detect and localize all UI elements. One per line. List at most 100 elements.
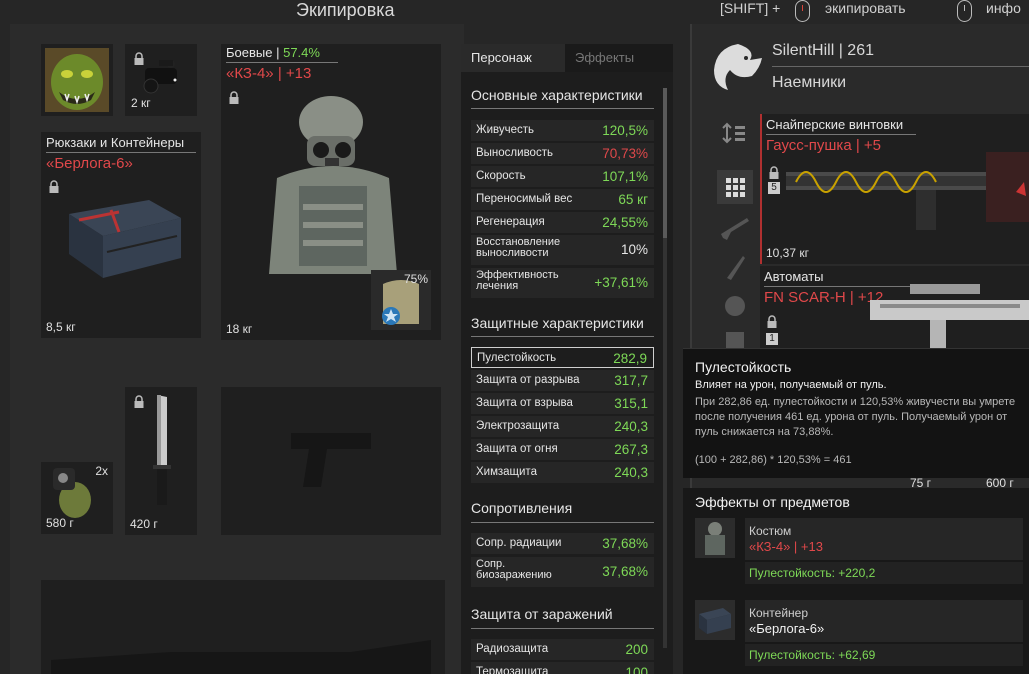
- stat-row-explosion-protection[interactable]: Защита от взрыва 315,1: [471, 393, 654, 414]
- stat-value: 65 кг: [618, 192, 648, 207]
- stat-row-regeneration[interactable]: Регенерация 24,55%: [471, 212, 654, 233]
- effect-name: «КЗ-4» | +13: [749, 539, 823, 554]
- backpack-name: «Берлога-6»: [46, 155, 133, 172]
- weapon-weight: 10,37 кг: [766, 246, 809, 260]
- armor-divider: [226, 62, 338, 63]
- armor-slot[interactable]: Боевые | 57.4% «КЗ-4» | +13 75% 18 кг: [221, 44, 441, 340]
- stat-label: Скорость: [476, 170, 526, 182]
- stat-row-thermo-protection[interactable]: Термозащита 100: [471, 662, 654, 674]
- player-name-row: SilentHill | 261: [772, 42, 874, 60]
- tooltip-formula: (100 + 282,86) * 120,53% = 461: [695, 454, 852, 466]
- stat-row-heal-efficiency[interactable]: Эффективность лечения +37,61%: [471, 268, 654, 298]
- stat-row-radiation-resist[interactable]: Сопр. радиации 37,68%: [471, 533, 654, 554]
- hint-equip: экипировать: [825, 0, 906, 16]
- knife-slot[interactable]: 420 г: [125, 387, 197, 535]
- category-grenade-button[interactable]: [717, 288, 753, 322]
- stat-row-bullet-resistance[interactable]: Пулестойкость 282,9: [471, 347, 654, 368]
- armor-weight: 18 кг: [226, 322, 253, 336]
- category-medkit-button[interactable]: [717, 326, 753, 348]
- stat-row-chem-protection[interactable]: Химзащита 240,3: [471, 462, 654, 483]
- nvg-weight: 2 кг: [131, 96, 151, 110]
- stat-row-radio-protection[interactable]: Радиозащита 200: [471, 639, 654, 660]
- sort-icon-button[interactable]: [717, 116, 753, 150]
- stat-label: Пулестойкость: [477, 352, 557, 364]
- stat-label: Защита от огня: [476, 443, 558, 455]
- armor-plate-pct: 75%: [403, 272, 428, 286]
- effect-info: Контейнер «Берлога-6»: [745, 600, 1023, 642]
- hint-info: инфо: [986, 0, 1021, 16]
- lock-icon: [229, 91, 239, 104]
- stat-value: 100: [625, 665, 648, 674]
- category-knife-button[interactable]: [717, 250, 753, 284]
- lock-icon: [769, 166, 779, 179]
- lock-icon: [767, 315, 777, 328]
- profile-divider: [772, 66, 1029, 67]
- category-rifle-button[interactable]: [717, 210, 753, 244]
- stat-row-electro-protection[interactable]: Электрозащита 240,3: [471, 416, 654, 437]
- blade-icon: [727, 256, 745, 280]
- lock-icon: [134, 395, 144, 408]
- stat-row-carry-weight[interactable]: Переносимый вес 65 кг: [471, 189, 654, 210]
- effects-title: Эффекты от предметов: [695, 494, 850, 510]
- eagle-faction-icon: [714, 44, 762, 90]
- mouse-left-icon: [795, 0, 810, 22]
- armor-plate-slot[interactable]: 75%: [371, 270, 431, 330]
- stat-row-bio-resist[interactable]: Сопр. биозаражению 37,68%: [471, 557, 654, 587]
- pet-slot[interactable]: [41, 44, 113, 116]
- stats-scrollbar[interactable]: [663, 88, 667, 648]
- stat-label: Термозащита: [476, 666, 549, 674]
- grenade-category-icon: [725, 296, 745, 316]
- container-thumb-icon: [699, 608, 731, 634]
- effect-type: Костюм: [749, 524, 792, 538]
- mouse-right-icon: [957, 0, 972, 22]
- stat-row-tear-protection[interactable]: Защита от разрыва 317,7: [471, 370, 654, 391]
- stat-row-stamina[interactable]: Выносливость 70,73%: [471, 143, 654, 164]
- grid-icon: [726, 178, 745, 197]
- effect-thumb: [695, 600, 735, 640]
- stats-panel: Персонаж Эффекты Основные характеристики…: [461, 44, 673, 674]
- sort-icon: [722, 122, 745, 144]
- goblin-pet-icon: [45, 48, 109, 112]
- stat-row-stamina-regen[interactable]: Восстановление выносливости 10%: [471, 235, 654, 265]
- backpack-slot[interactable]: Рюкзаки и Контейнеры «Берлога-6» 8,5 кг: [41, 132, 201, 338]
- stat-row-vitality[interactable]: Живучесть 120,5%: [471, 120, 654, 141]
- weapon-divider: [766, 134, 916, 135]
- night-vision-icon: [143, 60, 177, 94]
- scrollbar-thumb[interactable]: [663, 88, 667, 238]
- weapon-slot-rifle[interactable]: Автоматы FN SCAR-H | +12 1: [760, 266, 1029, 348]
- stat-row-fire-protection[interactable]: Защита от огня 267,3: [471, 439, 654, 460]
- effect-stat: Пулестойкость: +220,2: [745, 562, 1023, 584]
- player-faction: Наемники: [772, 74, 847, 91]
- grenade-slot[interactable]: 2x 580 г: [41, 462, 113, 534]
- tab-effects[interactable]: Эффекты: [565, 44, 673, 72]
- player-sep: |: [834, 42, 848, 59]
- player-name: SilentHill: [772, 42, 835, 59]
- hint-shift: [SHIFT] +: [720, 0, 781, 16]
- pistol-slot[interactable]: [221, 387, 441, 535]
- stat-value: 37,68%: [602, 536, 648, 551]
- nvg-slot[interactable]: 2 кг: [125, 44, 197, 116]
- stat-value: 200: [625, 642, 648, 657]
- grid-view-button[interactable]: [717, 170, 753, 204]
- stat-row-speed[interactable]: Скорость 107,1%: [471, 166, 654, 187]
- weapon-rank-badge: 5: [768, 182, 780, 194]
- weapon-slot-sniper[interactable]: Снайперские винтовки Гаусс-пушка | +5 5 …: [760, 114, 1029, 264]
- stat-label: Сопр. биозаражению: [476, 558, 552, 581]
- effect-name: «Берлога-6»: [749, 621, 825, 636]
- weapon-category: Снайперские винтовки: [766, 117, 904, 132]
- stat-value: 315,1: [614, 396, 648, 411]
- stat-tooltip: Пулестойкость Влияет на урон, получаемый…: [683, 348, 1029, 478]
- stat-value: 317,7: [614, 373, 648, 388]
- primary-weapon-slot[interactable]: [41, 580, 445, 674]
- section-divider: [471, 336, 654, 337]
- armor-category-row: Боевые | 57.4%: [226, 45, 320, 60]
- stat-value: +37,61%: [594, 275, 648, 290]
- armor-suit-icon: [269, 96, 397, 274]
- section-divider: [471, 522, 654, 523]
- stat-value: 24,55%: [602, 215, 648, 230]
- tab-character[interactable]: Персонаж: [461, 44, 565, 72]
- basic-section-title: Основные характеристики: [471, 87, 643, 103]
- section-divider: [471, 108, 654, 109]
- stat-label: Выносливость: [476, 147, 553, 159]
- stat-value: 282,9: [613, 351, 647, 366]
